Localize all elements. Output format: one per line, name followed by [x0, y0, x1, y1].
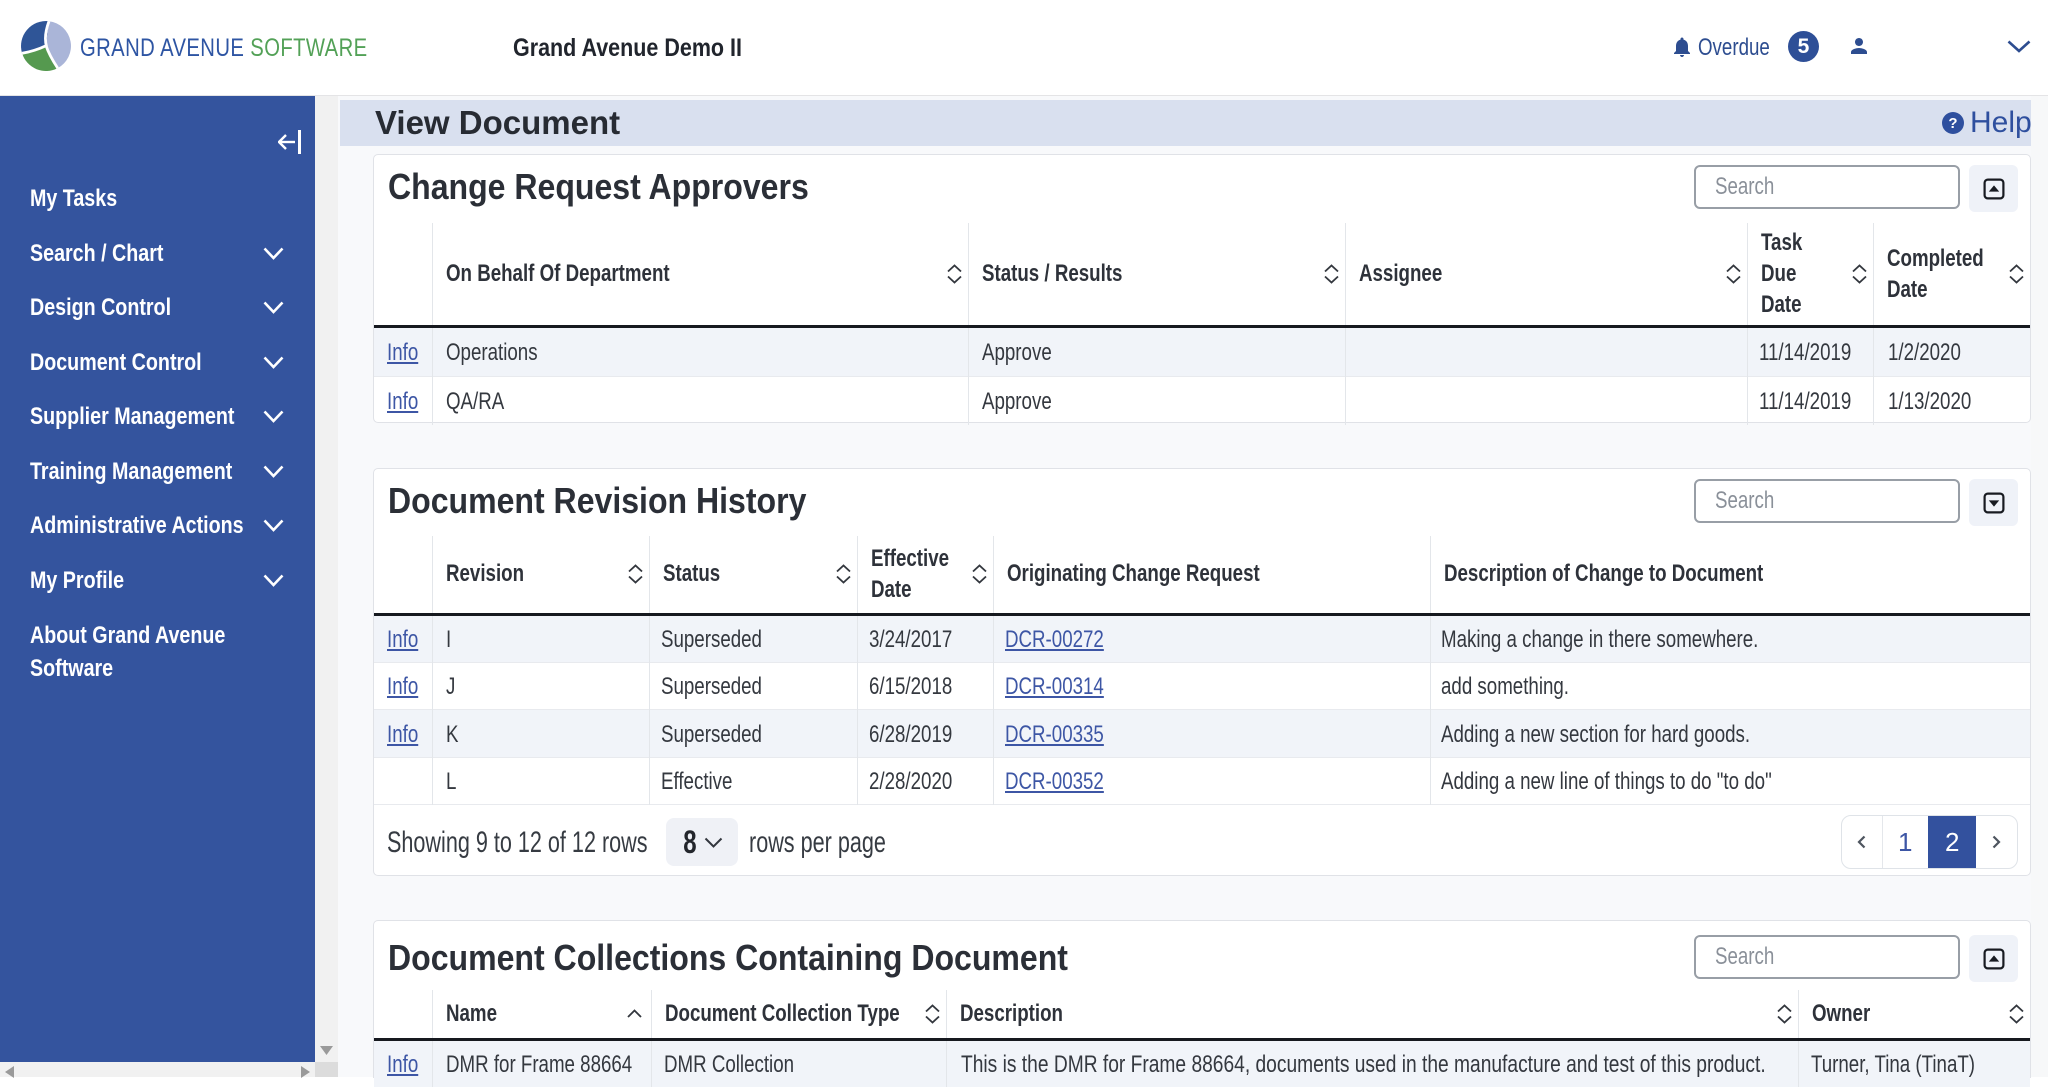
svg-text:?: ? — [1948, 115, 1957, 132]
